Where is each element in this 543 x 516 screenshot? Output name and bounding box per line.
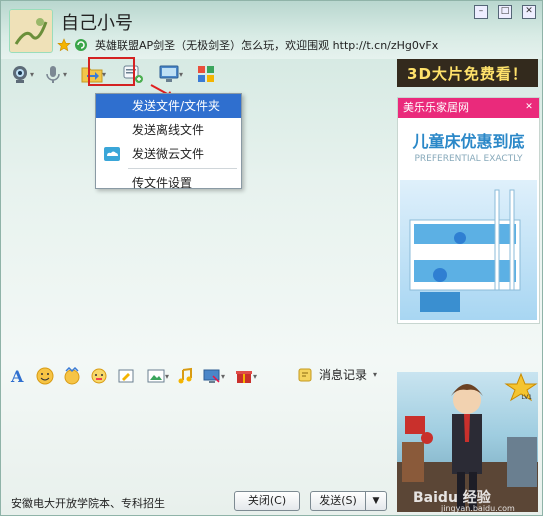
send-file-menu: 发送文件/文件夹 发送离线文件 发送微云文件 传文件设置 [95, 93, 242, 190]
remote-desktop-icon [159, 65, 179, 82]
ad-header: 美乐乐家居网 ✕ [398, 98, 539, 118]
history-icon [298, 368, 312, 381]
apps-icon [198, 66, 215, 82]
weiyun-icon [104, 147, 120, 161]
font-icon: A [10, 367, 24, 385]
ad-bunk-bed-image [400, 180, 537, 320]
history-label: 消息记录 [319, 368, 368, 382]
watermark-sub: jingyan.baidu.com [441, 504, 515, 513]
side-advertisement[interactable]: 美乐乐家居网 ✕ 儿童床优惠到底 PREFERENTIAL EXACTLY [397, 97, 540, 324]
close-icon[interactable]: ✕ [523, 101, 535, 113]
image-button[interactable] [145, 365, 167, 387]
music-icon [178, 367, 193, 384]
magic-emoji-button[interactable] [88, 365, 110, 387]
emoji-button[interactable] [34, 365, 56, 387]
menu-item-file-settings[interactable]: 传文件设置 [96, 171, 241, 195]
minimize-button[interactable]: – [474, 5, 488, 19]
magic-emoji-icon [91, 368, 107, 384]
vip-emoji-icon [64, 367, 80, 385]
close-window-button[interactable]: ✕ [522, 5, 536, 19]
maximize-button[interactable]: □ [498, 5, 512, 19]
chevron-down-icon[interactable]: ▾ [253, 372, 257, 381]
message-history-button[interactable]: 消息记录 ▾ [297, 366, 377, 383]
chevron-down-icon[interactable]: ▾ [63, 70, 67, 79]
send-button[interactable]: 发送(S) [310, 491, 366, 511]
chevron-down-icon: ▾ [373, 370, 378, 379]
scrawl-button[interactable] [115, 365, 137, 387]
webcam-icon [13, 66, 27, 83]
vip-emoji-button[interactable] [61, 365, 83, 387]
title-bar: 自己小号 英雄联盟AP剑圣（无极剑圣）怎么玩，欢迎围观 http://t.cn/… [1, 1, 542, 59]
music-button[interactable] [174, 365, 196, 387]
highlight-box [88, 57, 135, 86]
menu-item-send-file-folder[interactable]: 发送文件/文件夹 [96, 94, 241, 118]
smiley-icon [36, 367, 54, 385]
svg-text:A: A [10, 367, 24, 385]
close-button[interactable]: 关闭(C) [234, 491, 300, 511]
gift-button[interactable] [233, 365, 255, 387]
bottom-ad-link[interactable]: 安徽电大开放学院本、专科招生 [11, 495, 165, 511]
menu-item-label: 发送离线文件 [132, 123, 205, 137]
show-level-badge: LV1 [521, 394, 532, 401]
chat-toolbar: ▾ ▾ ▾ ▾ [1, 59, 393, 89]
send-options-button[interactable]: ▼ [365, 491, 387, 511]
chevron-down-icon[interactable]: ▾ [179, 70, 183, 79]
signature-text[interactable]: 英雄联盟AP剑圣（无极剑圣）怎么玩，欢迎围观 http://t.cn/zHg0v… [95, 37, 438, 53]
avatar-image [10, 10, 52, 52]
menu-item-send-weiyun-file[interactable]: 发送微云文件 [96, 142, 241, 166]
screenshot-button[interactable] [201, 365, 223, 387]
contact-avatar[interactable] [9, 9, 53, 53]
star-icon[interactable] [57, 38, 71, 52]
menu-item-label: 发送微云文件 [132, 147, 205, 161]
menu-item-label: 传文件设置 [132, 176, 193, 190]
screenshot-icon [203, 369, 220, 383]
image-icon [147, 369, 165, 383]
font-button[interactable]: A [7, 365, 29, 387]
microphone-icon [46, 66, 60, 83]
menu-item-label: 发送文件/文件夹 [132, 99, 221, 113]
ad-brand: 美乐乐家居网 [403, 101, 469, 114]
scrawl-icon [118, 369, 134, 383]
contact-name: 自己小号 [61, 13, 133, 34]
apps-button[interactable] [193, 62, 219, 86]
menu-item-send-offline-file[interactable]: 发送离线文件 [96, 118, 241, 142]
message-input[interactable] [1, 391, 395, 481]
bottom-bar: 安徽电大开放学院本、专科招生 关闭(C) 发送(S) ▼ [1, 483, 395, 513]
ad-promo-text: 儿童床优惠到底 [412, 132, 525, 151]
gift-icon [236, 371, 253, 383]
chevron-down-icon[interactable]: ▾ [30, 70, 34, 79]
menu-separator [128, 168, 237, 169]
chevron-down-icon[interactable]: ▾ [165, 372, 169, 381]
chevron-down-icon[interactable]: ▾ [221, 372, 225, 381]
ad-sub-text: PREFERENTIAL EXACTLY [414, 154, 523, 164]
promo-banner[interactable]: 3D大片免费看！ [397, 59, 538, 87]
status-icon[interactable] [74, 38, 88, 52]
chat-window: 自己小号 英雄联盟AP剑圣（无极剑圣）怎么玩，欢迎围观 http://t.cn/… [0, 0, 543, 516]
